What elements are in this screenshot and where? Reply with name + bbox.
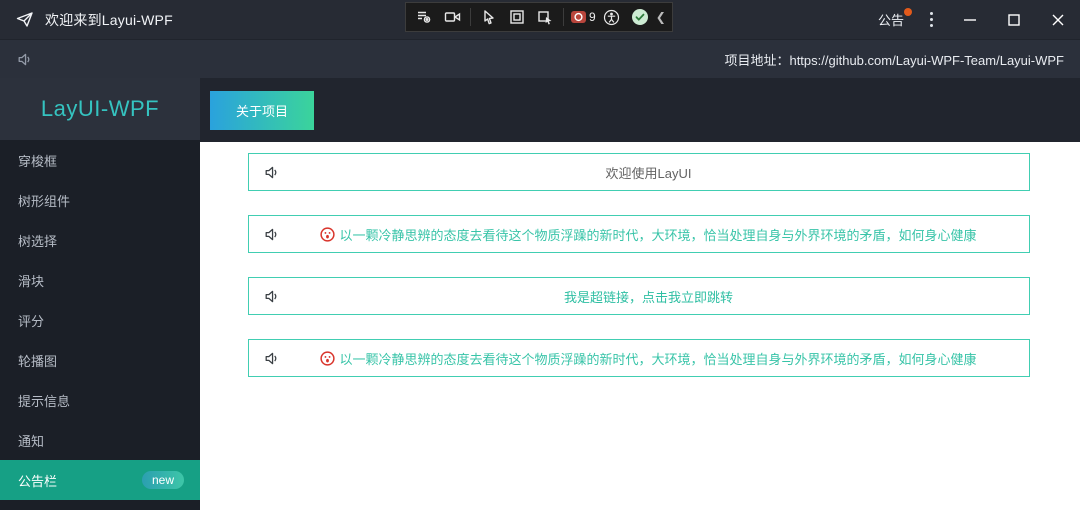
record-badge-icon[interactable]: 9 xyxy=(570,10,596,24)
notice-bar[interactable]: 我是超链接，点击我立即跳转 xyxy=(248,277,1030,315)
main-content: 关于项目 欢迎使用LayUI 以一颗冷静思辨的态度去看待这个物质浮躁的新时代，大… xyxy=(200,78,1080,510)
maximize-button[interactable] xyxy=(992,0,1036,40)
select-region-icon[interactable] xyxy=(533,5,557,29)
window-title: 欢迎来到Layui-WPF xyxy=(45,11,173,28)
titlebar-controls: 公告 xyxy=(868,0,1080,40)
announcement-dot-badge xyxy=(904,7,912,16)
speaker-icon xyxy=(263,288,280,305)
sidebar-item-label: 穿梭框 xyxy=(18,153,58,169)
notice-list: 欢迎使用LayUI 以一颗冷静思辨的态度去看待这个物质浮躁的新时代，大环境，恰当… xyxy=(200,142,1080,510)
announcement-label: 公告 xyxy=(877,13,904,28)
record-count: 9 xyxy=(589,10,596,24)
sidebar-item-label: 树选择 xyxy=(18,233,58,249)
select-element-icon[interactable] xyxy=(477,5,501,29)
sidebar-item[interactable]: 公告栏 new xyxy=(0,460,200,500)
notice-text: 我是超链接，点击我立即跳转 xyxy=(563,289,733,305)
subheader-bar: 项目地址：https://github.com/Layui-WPF-Team/L… xyxy=(0,40,1080,78)
sidebar-item-label: 轮播图 xyxy=(18,353,58,369)
sidebar-item[interactable]: 通知 xyxy=(0,420,200,460)
speaker-icon xyxy=(16,51,33,68)
notice-bar[interactable]: 以一颗冷静思辨的态度去看待这个物质浮躁的新时代，大环境，恰当处理自身与外界环境的… xyxy=(248,215,1030,253)
notice-bar[interactable]: 以一颗冷静思辨的态度去看待这个物质浮躁的新时代，大环境，恰当处理自身与外界环境的… xyxy=(248,339,1030,377)
sidebar-item-label: 树形组件 xyxy=(18,193,71,209)
toolbar-divider xyxy=(470,8,471,26)
more-menu-button[interactable] xyxy=(914,0,948,40)
titlebar: 欢迎来到Layui-WPF 9 ❮ 公告 xyxy=(0,0,1080,40)
app-window: 欢迎来到Layui-WPF 9 ❮ 公告 项目地址：https://github… xyxy=(0,0,1080,510)
app-logo-paper-plane-icon xyxy=(14,9,36,31)
speaker-icon xyxy=(263,350,280,367)
sidebar-item[interactable]: 滑块 xyxy=(0,260,200,300)
content-header: 关于项目 xyxy=(200,78,1080,142)
sidebar-item[interactable]: 轮播图 xyxy=(0,340,200,380)
collapse-chevron-icon[interactable]: ❮ xyxy=(656,10,666,24)
surprised-emoji-icon xyxy=(320,226,336,242)
element-inspector-icon[interactable] xyxy=(412,5,436,29)
sidebar-item[interactable]: 提示信息 xyxy=(0,380,200,420)
sidebar-nav: 穿梭框 树形组件 树选择 滑块 评分 轮播图 提示信息 通知 公告栏 new xyxy=(0,140,200,500)
notice-text: 欢迎使用LayUI xyxy=(605,165,692,181)
screen-record-icon[interactable] xyxy=(440,5,464,29)
sidebar-item-label: 评分 xyxy=(18,313,45,329)
sidebar: LayUI-WPF 穿梭框 树形组件 树选择 滑块 评分 轮播图 提示信息 通知… xyxy=(0,78,200,510)
sidebar-item-label: 通知 xyxy=(18,433,45,449)
sidebar-item[interactable]: 评分 xyxy=(0,300,200,340)
toolbar-divider xyxy=(563,8,564,26)
about-project-button[interactable]: 关于项目 xyxy=(210,90,315,130)
debug-toolbar: 9 ❮ xyxy=(405,2,673,32)
sidebar-item[interactable]: 树形组件 xyxy=(0,180,200,220)
speaker-icon xyxy=(263,164,280,181)
display-layout-icon[interactable] xyxy=(505,5,529,29)
close-button[interactable] xyxy=(1036,0,1080,40)
sidebar-item-label: 提示信息 xyxy=(18,393,71,409)
sidebar-item-label: 公告栏 xyxy=(18,473,58,489)
sidebar-item[interactable]: 树选择 xyxy=(0,220,200,260)
notice-bar[interactable]: 欢迎使用LayUI xyxy=(248,153,1030,191)
sidebar-item-label: 滑块 xyxy=(18,273,45,289)
notice-text: 以一颗冷静思辨的态度去看待这个物质浮躁的新时代，大环境，恰当处理自身与外界环境的… xyxy=(339,351,977,367)
sidebar-item[interactable]: 穿梭框 xyxy=(0,140,200,180)
announcement-button[interactable]: 公告 xyxy=(868,0,914,40)
sidebar-logo-area: LayUI-WPF xyxy=(0,78,200,140)
speaker-icon xyxy=(263,226,280,243)
accessibility-icon[interactable] xyxy=(600,5,624,29)
app-brand: LayUI-WPF xyxy=(40,96,160,121)
body: LayUI-WPF 穿梭框 树形组件 树选择 滑块 评分 轮播图 提示信息 通知… xyxy=(0,78,1080,510)
surprised-emoji-icon xyxy=(320,350,336,366)
minimize-button[interactable] xyxy=(948,0,992,40)
notice-text: 以一颗冷静思辨的态度去看待这个物质浮躁的新时代，大环境，恰当处理自身与外界环境的… xyxy=(339,227,977,243)
new-badge: new xyxy=(141,471,184,489)
project-url-text[interactable]: 项目地址：https://github.com/Layui-WPF-Team/L… xyxy=(724,50,1064,69)
status-check-icon[interactable] xyxy=(628,5,652,29)
